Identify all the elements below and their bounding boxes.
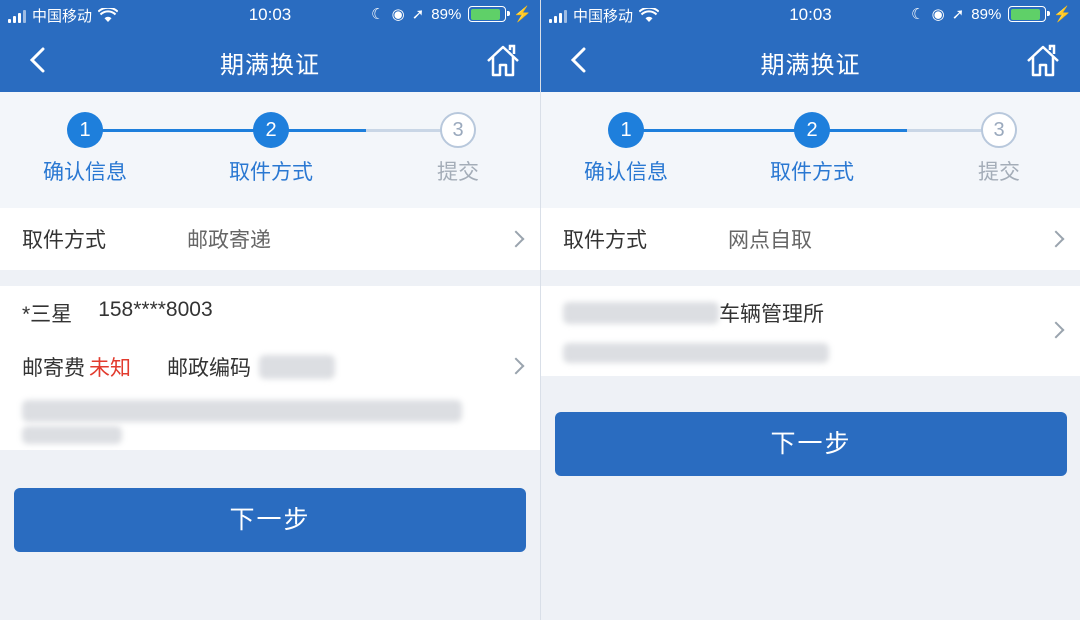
address-redacted — [22, 400, 518, 444]
delivery-address-card[interactable]: *三星 158****8003 邮寄费 未知 邮政编码 — [0, 286, 540, 450]
location-icon: ➚ — [951, 6, 965, 23]
site-name-redacted — [563, 302, 719, 324]
postcode-redacted — [259, 355, 335, 379]
postage-value: 未知 — [89, 356, 131, 380]
step-2: 2 取件方式 — [211, 112, 331, 186]
orientation-lock-icon: ◉ — [391, 6, 405, 23]
step-3: 3 提交 — [939, 112, 1059, 186]
screen-postal-delivery: 中国移动 10:03 ☾ ◉ ➚ 89% ⚡ 期满换证 1 确认信息 2 取件方… — [0, 0, 540, 620]
home-icon — [1027, 44, 1059, 77]
step-1-label: 确认信息 — [584, 160, 668, 184]
home-button[interactable] — [484, 42, 522, 80]
step-2-label: 取件方式 — [770, 160, 854, 184]
progress-stepper: 1 确认信息 2 取件方式 3 提交 — [0, 92, 540, 208]
location-icon: ➚ — [411, 6, 425, 23]
page-title: 期满换证 — [760, 51, 861, 79]
pickup-method-label: 取件方式 — [563, 228, 647, 252]
postcode-label: 邮政编码 — [167, 356, 251, 380]
charging-icon: ⚡ — [1053, 6, 1072, 23]
step-2-number: 2 — [253, 112, 289, 148]
step-2-label: 取件方式 — [229, 160, 313, 184]
chevron-right-icon — [1047, 230, 1065, 248]
step-1: 1 确认信息 — [566, 112, 686, 186]
site-name-suffix: 车辆管理所 — [719, 302, 824, 326]
moon-icon: ☾ — [371, 6, 385, 23]
orientation-lock-icon: ◉ — [931, 6, 945, 23]
step-3-number: 3 — [440, 112, 476, 148]
step-3-label: 提交 — [978, 160, 1020, 184]
pickup-method-value: 网点自取 — [728, 228, 812, 252]
pickup-site-row[interactable]: 车辆管理所 — [541, 286, 1080, 376]
pickup-method-row[interactable]: 取件方式 网点自取 — [541, 208, 1080, 270]
progress-stepper: 1 确认信息 2 取件方式 3 提交 — [541, 92, 1080, 208]
moon-icon: ☾ — [911, 6, 925, 23]
postage-label: 邮寄费 — [22, 356, 85, 380]
home-button[interactable] — [1024, 42, 1062, 80]
battery-icon — [1008, 6, 1051, 22]
step-2-number: 2 — [794, 112, 830, 148]
next-button[interactable]: 下一步 — [555, 412, 1067, 476]
pickup-method-row[interactable]: 取件方式 邮政寄递 — [0, 208, 540, 270]
step-3: 3 提交 — [398, 112, 518, 186]
step-1: 1 确认信息 — [25, 112, 145, 186]
status-bar: 中国移动 10:03 ☾ ◉ ➚ 89% ⚡ — [0, 0, 540, 30]
step-3-number: 3 — [981, 112, 1017, 148]
recipient-phone: 158****8003 — [98, 298, 213, 321]
step-2: 2 取件方式 — [752, 112, 872, 186]
step-3-label: 提交 — [437, 160, 479, 184]
next-button[interactable]: 下一步 — [14, 488, 526, 552]
nav-bar: 期满换证 — [0, 30, 540, 92]
chevron-right-icon — [507, 230, 525, 248]
nav-bar: 期满换证 — [541, 30, 1080, 92]
screen-self-pickup: 中国移动 10:03 ☾ ◉ ➚ 89% ⚡ 期满换证 1 确认信息 2 取件方… — [540, 0, 1080, 620]
step-1-number: 1 — [608, 112, 644, 148]
recipient-name: *三星 — [22, 303, 73, 326]
status-bar: 中国移动 10:03 ☾ ◉ ➚ 89% ⚡ — [541, 0, 1080, 30]
step-1-number: 1 — [67, 112, 103, 148]
battery-percent: 89% — [431, 5, 462, 23]
battery-percent: 89% — [971, 5, 1002, 23]
battery-icon — [468, 6, 511, 22]
pickup-method-label: 取件方式 — [22, 228, 106, 252]
step-1-label: 确认信息 — [43, 160, 127, 184]
home-icon — [487, 44, 519, 77]
charging-icon: ⚡ — [513, 6, 532, 23]
page-title: 期满换证 — [220, 51, 320, 79]
pickup-method-value: 邮政寄递 — [187, 228, 271, 252]
site-address-redacted — [563, 342, 1058, 363]
